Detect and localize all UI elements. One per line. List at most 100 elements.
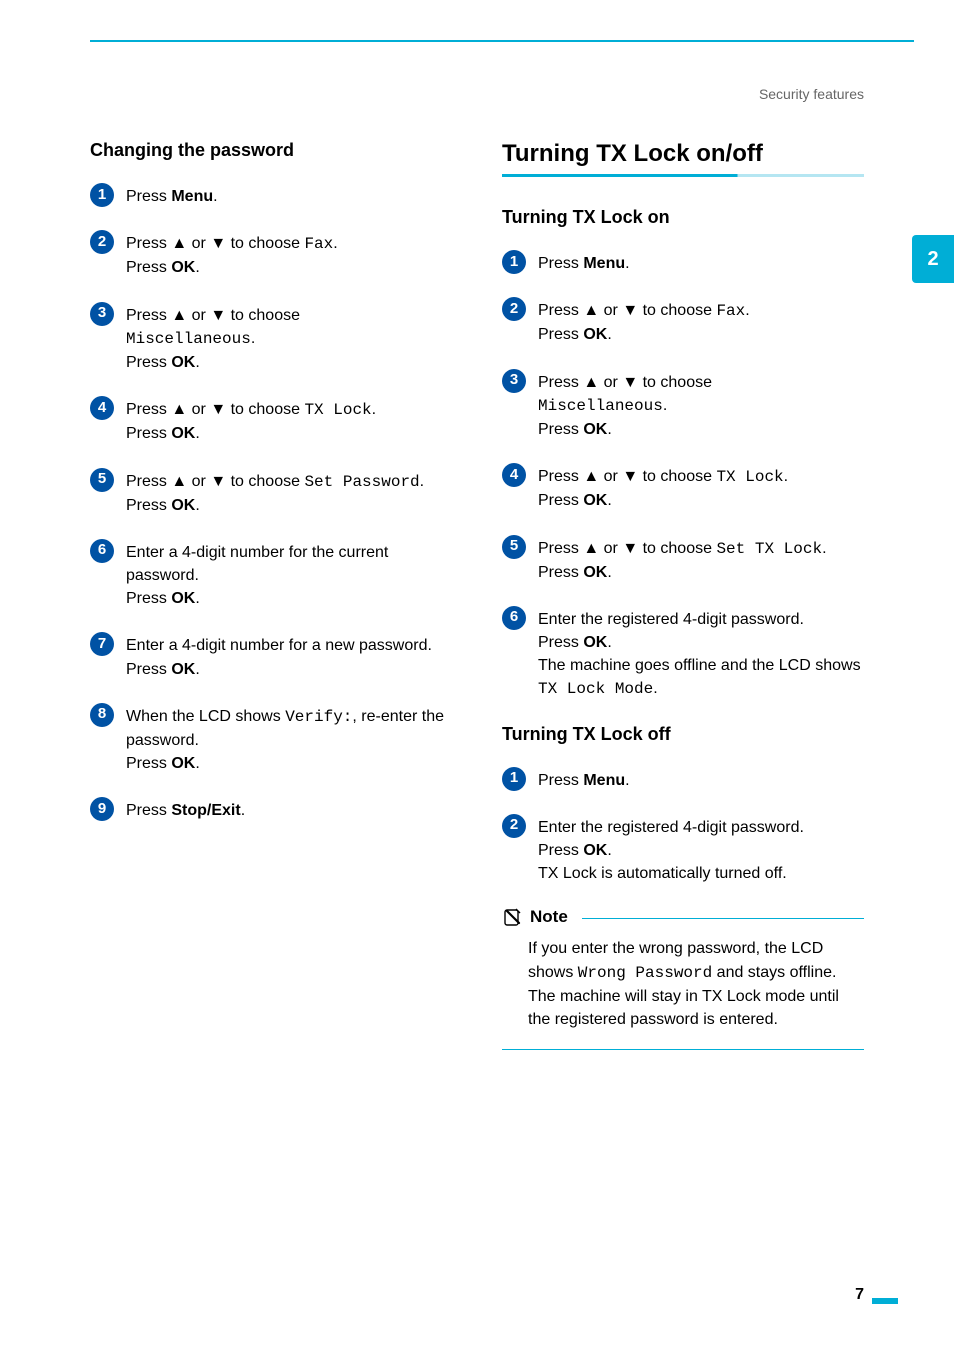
note-icon <box>502 907 522 927</box>
left-column: Changing the password 1 Press Menu. 2 Press… <box>90 140 452 1050</box>
step-badge: 1 <box>90 183 114 207</box>
lcd-text: Set Password <box>304 473 419 491</box>
changing-password-heading: Changing the password <box>90 140 452 161</box>
lcd-text: Miscellaneous <box>538 397 663 415</box>
key-name: OK <box>583 634 607 651</box>
step-badge: 9 <box>90 797 114 821</box>
up-arrow-icon: ▲ <box>171 235 187 252</box>
step-badge: 3 <box>90 302 114 326</box>
lcd-text: Fax <box>304 235 333 253</box>
lcd-text: Verify: <box>285 708 352 726</box>
up-arrow-icon: ▲ <box>583 540 599 557</box>
lcd-text: Wrong Password <box>578 964 712 982</box>
key-name: OK <box>171 661 195 678</box>
note-rule-end <box>502 1049 864 1050</box>
up-arrow-icon: ▲ <box>171 401 187 418</box>
step-badge: 1 <box>502 767 526 791</box>
lock-on-step-6: 6Enter the registered 4-digit password.P… <box>502 606 864 702</box>
chapter-tab: 2 <box>912 235 954 283</box>
step-badge: 6 <box>90 539 114 563</box>
key-name: Menu <box>583 772 625 789</box>
lock-off-step-1: 1 Press Menu. <box>502 767 864 792</box>
step-number: 2 <box>98 233 106 250</box>
down-arrow-icon: ▼ <box>210 235 226 252</box>
key-name: OK <box>583 564 607 581</box>
key-name: OK <box>171 259 195 276</box>
step-text: Enter the registered 4-digit password.Pr… <box>538 606 864 702</box>
step-text: Press ▲ or ▼ to choose Fax.Press OK. <box>538 297 750 346</box>
key-name: OK <box>583 492 607 509</box>
lock-on-step-4: 4Press ▲ or ▼ to choose TX Lock.Press OK… <box>502 463 864 512</box>
step-text: Press ▲ or ▼ to choose Set Password.Pres… <box>126 468 424 517</box>
down-arrow-icon: ▼ <box>622 468 638 485</box>
step-badge: 5 <box>502 535 526 559</box>
key-name: OK <box>171 755 195 772</box>
down-arrow-icon: ▼ <box>210 307 226 324</box>
key-name: OK <box>171 497 195 514</box>
step-number: 5 <box>510 537 518 554</box>
lcd-text: TX Lock Mode <box>538 680 653 698</box>
up-arrow-icon: ▲ <box>583 302 599 319</box>
step-number: 9 <box>98 800 106 817</box>
key-name: Menu <box>171 188 213 205</box>
up-arrow-icon: ▲ <box>583 468 599 485</box>
down-arrow-icon: ▼ <box>622 374 638 391</box>
note-rule <box>582 918 864 919</box>
lock-on-step-3: 3Press ▲ or ▼ to choose Miscellaneous.Pr… <box>502 369 864 442</box>
key-name: OK <box>171 354 195 371</box>
down-arrow-icon: ▼ <box>210 473 226 490</box>
step-text: Press ▲ or ▼ to choose TX Lock.Press OK. <box>126 396 376 445</box>
lcd-text: TX Lock <box>304 401 371 419</box>
down-arrow-icon: ▼ <box>210 401 226 418</box>
step-number: 3 <box>510 371 518 388</box>
step-number: 4 <box>510 466 518 483</box>
lock-off-step-2: 2Enter the registered 4-digit password.P… <box>502 814 864 886</box>
up-arrow-icon: ▲ <box>583 374 599 391</box>
tx-lock-off-heading: Turning TX Lock off <box>502 724 864 745</box>
key-name: Stop/Exit <box>171 802 240 819</box>
step-text: Enter the registered 4-digit password.Pr… <box>538 814 804 886</box>
step-badge: 4 <box>502 463 526 487</box>
page-number-bar <box>872 1298 898 1304</box>
key-name: OK <box>583 326 607 343</box>
step-text: Press Menu. <box>126 183 218 208</box>
key-name: OK <box>171 590 195 607</box>
tx-lock-title: Turning TX Lock on/off <box>502 140 864 168</box>
step-text: When the LCD shows Verify:, re-enter the… <box>126 703 452 776</box>
lock-on-step-2: 2 Press ▲ or ▼ to choose Fax.Press OK. <box>502 297 864 346</box>
step-badge: 1 <box>502 250 526 274</box>
step-text: Enter a 4-digit number for a new passwor… <box>126 632 432 680</box>
change-pw-step-6: 6 Enter a 4-digit number for the current … <box>90 539 452 611</box>
key-name: Menu <box>583 255 625 272</box>
step-text: Press Stop/Exit. <box>126 797 245 822</box>
change-pw-step-5: 5Press ▲ or ▼ to choose Set Password.Pre… <box>90 468 452 517</box>
lock-on-step-5: 5 Press ▲ or ▼ to choose Set TX Lock.Pres… <box>502 535 864 584</box>
lock-on-step-1: 1Press Menu. <box>502 250 864 275</box>
step-number: 6 <box>98 541 106 558</box>
change-pw-step-1: 1 Press Menu. <box>90 183 452 208</box>
key-name: OK <box>171 425 195 442</box>
step-badge: 2 <box>90 230 114 254</box>
step-number: 8 <box>98 705 106 722</box>
section-underline <box>502 174 864 177</box>
step-text: Press Menu. <box>538 767 630 792</box>
note-body: If you enter the wrong password, the LCD… <box>502 933 864 1045</box>
key-name: OK <box>583 421 607 438</box>
note-title: Note <box>530 907 568 927</box>
step-number: 1 <box>98 186 106 203</box>
right-column: Turning TX Lock on/off Turning TX Lock o… <box>502 140 864 1050</box>
change-pw-step-2: 2 Press ▲ or ▼ to choose Fax.Press OK. <box>90 230 452 279</box>
step-number: 2 <box>510 300 518 317</box>
step-badge: 2 <box>502 297 526 321</box>
step-badge: 3 <box>502 369 526 393</box>
step-text: Enter a 4-digit number for the current p… <box>126 539 452 611</box>
step-number: 4 <box>98 399 106 416</box>
step-badge: 7 <box>90 632 114 656</box>
lcd-text: Set TX Lock <box>716 540 822 558</box>
step-badge: 8 <box>90 703 114 727</box>
step-badge: 4 <box>90 396 114 420</box>
step-text: Press ▲ or ▼ to choose Fax.Press OK. <box>126 230 338 279</box>
down-arrow-icon: ▼ <box>622 302 638 319</box>
step-text: Press ▲ or ▼ to choose Set TX Lock.Press… <box>538 535 827 584</box>
change-pw-step-9: 9 Press Stop/Exit. <box>90 797 452 822</box>
